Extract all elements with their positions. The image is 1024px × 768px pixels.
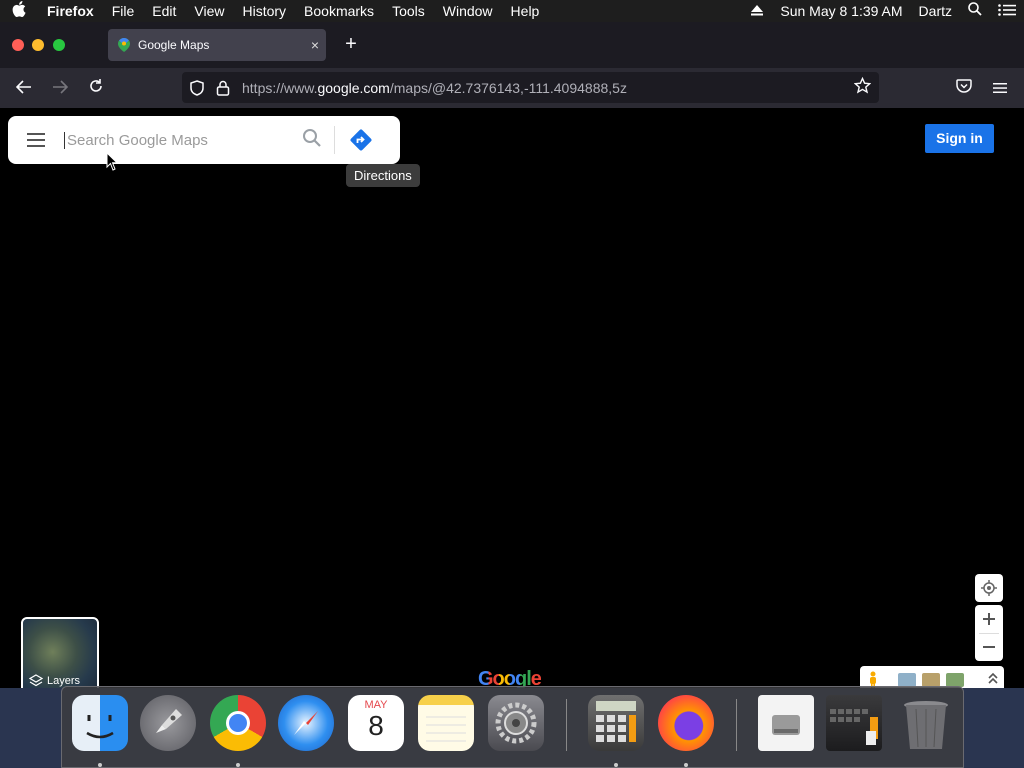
calendar-day: 8 xyxy=(368,710,384,741)
tab-strip: Google Maps × + xyxy=(0,22,1024,68)
imagery-thumb-2[interactable] xyxy=(922,673,940,687)
menubar-user[interactable]: Dartz xyxy=(911,0,960,22)
launchpad-icon[interactable] xyxy=(140,695,196,751)
finder-icon[interactable] xyxy=(72,695,128,751)
my-location-icon xyxy=(981,580,997,596)
menu-edit[interactable]: Edit xyxy=(143,0,185,22)
menu-history[interactable]: History xyxy=(233,0,295,22)
google-maps-favicon-icon xyxy=(118,38,130,52)
tab-google-maps[interactable]: Google Maps × xyxy=(108,29,326,61)
firefox-running-dot xyxy=(684,763,688,767)
chrome-icon[interactable] xyxy=(210,695,266,751)
window-close-button[interactable] xyxy=(12,39,24,51)
mouse-cursor-icon xyxy=(106,152,118,171)
apple-icon[interactable] xyxy=(0,1,38,21)
finder-running-dot xyxy=(98,763,102,767)
window-minimize-button[interactable] xyxy=(32,39,44,51)
menu-window[interactable]: Window xyxy=(434,0,502,22)
calculator-running-dot xyxy=(614,763,618,767)
spotlight-icon[interactable] xyxy=(960,0,990,22)
calculator-icon[interactable] xyxy=(588,695,644,751)
maps-search-input[interactable] xyxy=(64,131,294,149)
my-location-button[interactable] xyxy=(975,574,1003,602)
plus-icon xyxy=(983,613,995,625)
navigation-toolbar: https://www.google.com/maps/@42.7376143,… xyxy=(0,68,1024,108)
macos-menu-bar: Firefox File Edit View History Bookmarks… xyxy=(0,0,1024,22)
bookmark-star-icon[interactable] xyxy=(853,76,872,99)
menu-file[interactable]: File xyxy=(103,0,144,22)
directions-tooltip: Directions xyxy=(346,164,420,187)
dock-separator-2 xyxy=(736,699,737,751)
document-file-icon[interactable] xyxy=(758,695,814,751)
trash-icon[interactable] xyxy=(898,695,954,751)
minus-icon xyxy=(983,646,995,648)
zoom-out-button[interactable] xyxy=(975,633,1003,661)
lock-icon[interactable] xyxy=(216,80,230,96)
new-tab-button[interactable]: + xyxy=(340,34,362,56)
chevron-up-icon[interactable] xyxy=(988,671,998,689)
menubar-clock[interactable]: Sun May 8 1:39 AM xyxy=(772,0,910,22)
maps-search-box xyxy=(8,116,400,164)
macos-dock: MAY 8 xyxy=(61,686,964,768)
url-domain: google.com xyxy=(317,79,390,96)
url-path: /maps/@42.7376143,-111.4094888,5z xyxy=(389,79,627,96)
sign-in-button[interactable]: Sign in xyxy=(925,124,994,153)
menu-tools[interactable]: Tools xyxy=(383,0,434,22)
chrome-running-dot xyxy=(236,763,240,767)
safari-icon[interactable] xyxy=(278,695,334,751)
forward-arrow-icon[interactable] xyxy=(48,76,72,100)
control-center-icon[interactable] xyxy=(990,0,1024,22)
pocket-icon[interactable] xyxy=(952,76,976,100)
url-prefix: https://www. xyxy=(242,79,318,96)
imagery-thumb-1[interactable] xyxy=(898,673,916,687)
window-zoom-button[interactable] xyxy=(53,39,65,51)
search-icon[interactable] xyxy=(294,128,330,153)
reload-icon[interactable] xyxy=(84,76,108,100)
maps-menu-icon[interactable] xyxy=(8,133,64,147)
firefox-icon[interactable] xyxy=(658,695,714,751)
map-canvas[interactable]: Directions Sign in Layers Google xyxy=(0,108,1024,694)
hamburger-menu-icon[interactable] xyxy=(988,76,1012,100)
eject-icon[interactable] xyxy=(742,0,772,22)
dock-separator xyxy=(566,699,567,751)
layers-icon xyxy=(29,674,43,687)
tracking-protection-shield-icon[interactable] xyxy=(188,79,206,97)
tab-close-icon[interactable]: × xyxy=(304,37,326,53)
url-text[interactable]: https://www.google.com/maps/@42.7376143,… xyxy=(242,80,627,96)
imagery-thumb-3[interactable] xyxy=(946,673,964,687)
keyboard-viewer-icon[interactable] xyxy=(826,695,882,751)
layers-button[interactable]: Layers xyxy=(21,617,99,694)
directions-icon xyxy=(350,129,372,151)
directions-button[interactable] xyxy=(335,128,387,152)
menu-firefox[interactable]: Firefox xyxy=(38,0,103,22)
notes-icon[interactable] xyxy=(418,695,474,751)
back-arrow-icon[interactable] xyxy=(12,76,36,100)
zoom-in-button[interactable] xyxy=(975,605,1003,633)
system-preferences-gear-icon[interactable] xyxy=(488,695,544,751)
zoom-controls xyxy=(975,605,1003,661)
calendar-icon[interactable]: MAY 8 xyxy=(348,695,404,751)
menu-view[interactable]: View xyxy=(185,0,233,22)
menu-help[interactable]: Help xyxy=(502,0,549,22)
address-bar[interactable]: https://www.google.com/maps/@42.7376143,… xyxy=(182,72,879,103)
tab-title: Google Maps xyxy=(138,38,210,52)
menu-bookmarks[interactable]: Bookmarks xyxy=(295,0,383,22)
